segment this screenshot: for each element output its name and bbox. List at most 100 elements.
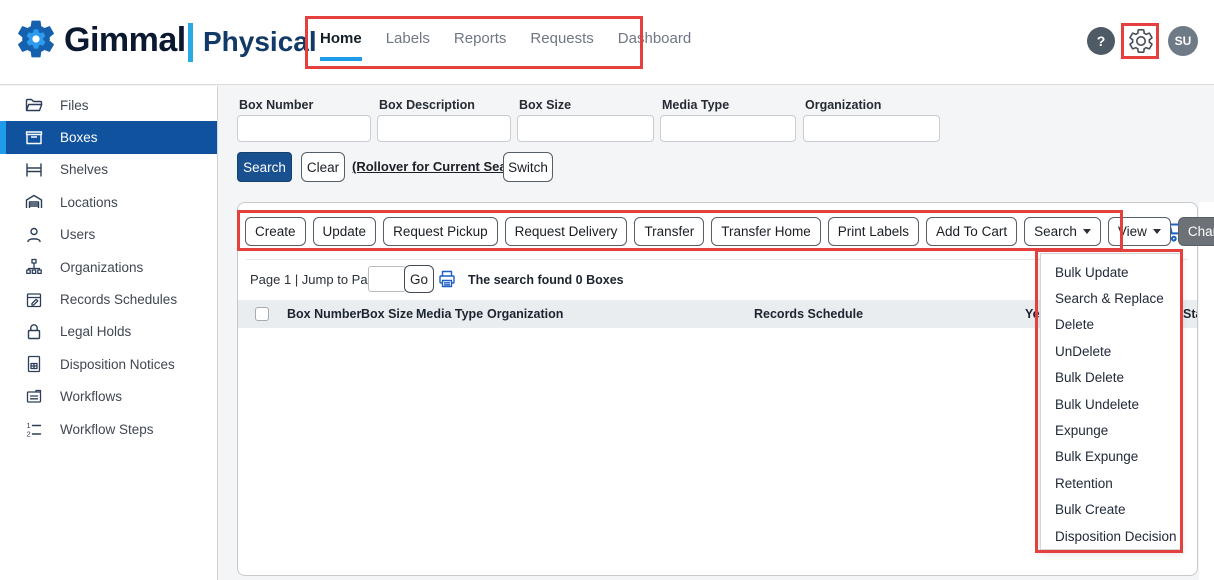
help-button[interactable]: ? [1087,27,1115,55]
jump-to-page-input[interactable] [368,266,406,292]
page-jump-label: Page 1 | Jump to Page: [250,272,386,287]
menu-item-bulk-delete[interactable]: Bulk Delete [1041,365,1180,391]
org-chart-icon [24,257,44,277]
app-header: Gimmal Physical Home Labels Reports Requ… [0,0,1214,85]
sidebar-item-label: Locations [60,195,118,210]
sidebar: Files Boxes Shelves Locations Users Orga… [0,86,218,580]
menu-item-bulk-undelete[interactable]: Bulk Undelete [1041,391,1180,417]
transfer-button[interactable]: Transfer [634,217,704,246]
sidebar-item-label: Shelves [60,162,108,177]
switch-button[interactable]: Switch [503,152,553,182]
box-number-input[interactable] [237,115,371,142]
sidebar-item-label: Workflows [60,389,122,404]
caret-down-icon [1083,229,1091,234]
organization-input[interactable] [803,115,940,142]
filter-label-media-type: Media Type [662,98,729,112]
warehouse-icon [24,192,44,212]
menu-item-bulk-update[interactable]: Bulk Update [1041,259,1180,285]
actions-toolbar: Create Update Request Pickup Request Del… [245,217,1214,246]
sidebar-item-label: Disposition Notices [60,357,175,372]
menu-item-delete[interactable]: Delete [1041,312,1180,338]
request-pickup-button[interactable]: Request Pickup [383,217,498,246]
media-type-input[interactable] [660,115,796,142]
search-dropdown-label: Search [1034,224,1077,239]
menu-item-bulk-expunge[interactable]: Bulk Expunge [1041,444,1180,470]
column-header-organization[interactable]: Organization [487,307,563,321]
nav-tab-home[interactable]: Home [320,30,362,55]
filter-label-box-description: Box Description [379,98,475,112]
nav-tab-requests[interactable]: Requests [530,30,593,55]
box-size-input[interactable] [517,115,654,142]
sidebar-item-label: Records Schedules [60,292,177,307]
sidebar-item-label: Files [60,98,89,113]
column-header-media-type[interactable]: Media Type [416,307,483,321]
sidebar-item-records-schedules[interactable]: Records Schedules [0,283,217,315]
sidebar-item-legal-holds[interactable]: Legal Holds [0,316,217,348]
change-dropdown-button[interactable]: Change [1178,217,1214,246]
printer-icon[interactable] [437,269,457,289]
brand-divider [188,23,193,62]
change-dropdown-menu: Bulk Update Search & Replace Delete UnDe… [1040,253,1181,550]
panel-right-margin [1199,202,1214,580]
menu-item-search-replace[interactable]: Search & Replace [1041,285,1180,311]
sidebar-item-label: Users [60,227,95,242]
add-to-cart-button[interactable]: Add To Cart [926,217,1017,246]
sidebar-item-disposition-notices[interactable]: Disposition Notices [0,348,217,380]
settings-gear-icon[interactable] [1127,27,1155,55]
column-header-records-schedule[interactable]: Records Schedule [754,307,863,321]
column-header-box-size[interactable]: Box Size [361,307,413,321]
menu-item-undelete[interactable]: UnDelete [1041,338,1180,364]
column-header-status[interactable]: Status [1183,307,1197,321]
user-icon [24,225,44,245]
sidebar-item-label: Workflow Steps [60,422,154,437]
brand-name: Gimmal [64,21,186,60]
sidebar-item-files[interactable]: Files [0,89,217,121]
view-dropdown-button[interactable]: View [1108,217,1171,246]
sidebar-item-workflows[interactable]: Workflows [0,381,217,413]
menu-item-disposition-decision[interactable]: Disposition Decision [1041,523,1180,549]
request-delivery-button[interactable]: Request Delivery [505,217,628,246]
sidebar-item-boxes[interactable]: Boxes [0,121,217,153]
caret-down-icon [1153,229,1161,234]
avatar-initials: SU [1175,34,1192,48]
sidebar-item-organizations[interactable]: Organizations [0,251,217,283]
create-button[interactable]: Create [245,217,306,246]
document-grid-icon [24,354,44,374]
update-button[interactable]: Update [313,217,377,246]
user-avatar[interactable]: SU [1168,26,1198,56]
search-button[interactable]: Search [237,152,292,182]
sidebar-item-label: Organizations [60,260,143,275]
gimmal-logo-gear-icon [13,16,59,62]
transfer-home-button[interactable]: Transfer Home [711,217,821,246]
select-all-checkbox[interactable] [255,307,269,321]
menu-item-expunge[interactable]: Expunge [1041,417,1180,443]
card-lines-icon [24,387,44,407]
print-labels-button[interactable]: Print Labels [828,217,919,246]
brand-product-name: Physical [203,26,317,58]
sidebar-item-locations[interactable]: Locations [0,186,217,218]
box-description-input[interactable] [377,115,511,142]
sidebar-item-shelves[interactable]: Shelves [0,154,217,186]
search-dropdown-button[interactable]: Search [1024,217,1101,246]
sidebar-item-workflow-steps[interactable]: 12 Workflow Steps [0,413,217,445]
sidebar-item-label: Legal Holds [60,324,131,339]
sidebar-item-users[interactable]: Users [0,219,217,251]
filter-label-box-size: Box Size [519,98,571,112]
menu-item-bulk-create[interactable]: Bulk Create [1041,497,1180,523]
menu-item-retention[interactable]: Retention [1041,470,1180,496]
sidebar-item-label: Boxes [60,130,98,145]
shelf-icon [24,160,44,180]
lock-icon [24,322,44,342]
clear-button[interactable]: Clear [301,152,345,182]
nav-tab-dashboard[interactable]: Dashboard [618,30,691,55]
go-button[interactable]: Go [404,265,434,293]
view-dropdown-label: View [1118,224,1147,239]
filter-label-organization: Organization [805,98,881,112]
nav-tab-labels[interactable]: Labels [386,30,430,55]
filter-label-box-number: Box Number [239,98,313,112]
main-nav: Home Labels Reports Requests Dashboard [320,30,691,55]
column-header-box-number[interactable]: Box Number [287,307,361,321]
nav-tab-reports[interactable]: Reports [454,30,507,55]
box-icon [24,128,44,148]
calendar-edit-icon [24,290,44,310]
